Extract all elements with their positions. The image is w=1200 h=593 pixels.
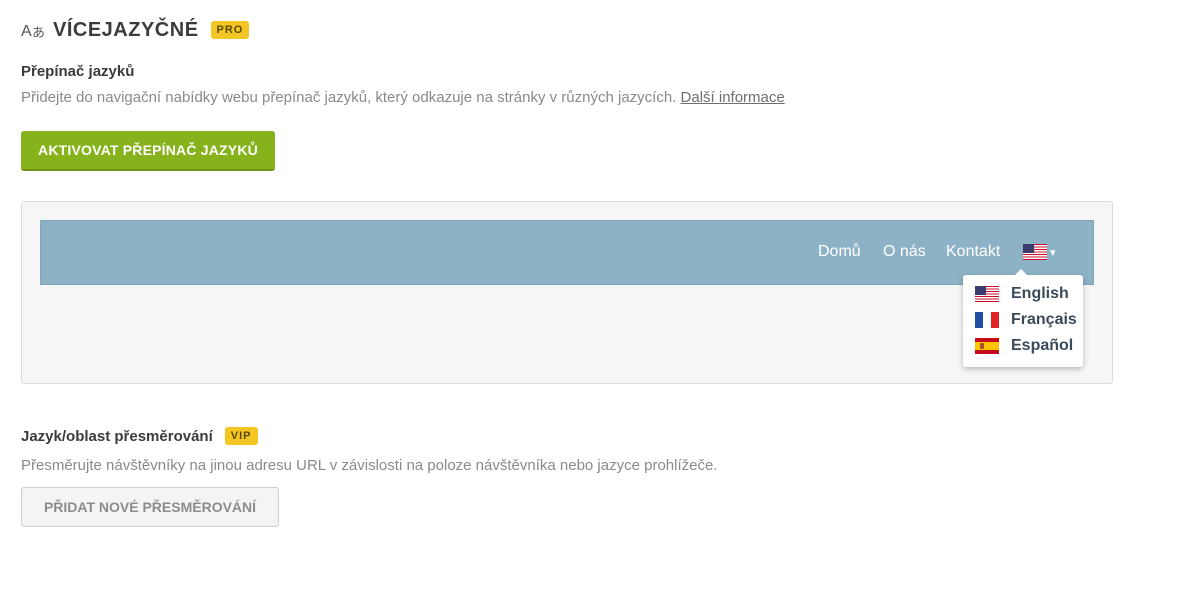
section-header: A あ VÍCEJAZYČNÉ PRO bbox=[21, 18, 250, 42]
multilingual-panel: A あ VÍCEJAZYČNÉ PRO Přepínač jazyků Přid… bbox=[0, 0, 1200, 593]
language-selector-toggle[interactable]: ▾ bbox=[1023, 244, 1056, 260]
vip-badge: VIP bbox=[224, 427, 258, 445]
language-switcher-description-text: Přidejte do navigační nabídky webu přepí… bbox=[21, 89, 677, 106]
language-dropdown: English Français Español bbox=[963, 269, 1083, 367]
us-flag-icon bbox=[975, 286, 999, 302]
es-flag-icon bbox=[975, 338, 999, 354]
language-option-english[interactable]: English bbox=[975, 285, 1069, 303]
fr-flag-icon bbox=[975, 312, 999, 328]
translate-icon: A あ bbox=[21, 23, 45, 41]
language-option-spanish[interactable]: Español bbox=[975, 337, 1073, 355]
pro-badge: PRO bbox=[210, 21, 250, 39]
language-option-french[interactable]: Français bbox=[975, 311, 1077, 329]
language-switcher-preview: Domů O nás Kontakt ▾ English Français Es… bbox=[21, 201, 1113, 384]
redirect-description: Přesměrujte návštěvníky na jinou adresu … bbox=[21, 457, 718, 474]
language-switcher-title: Přepínač jazyků bbox=[21, 63, 135, 80]
language-label: English bbox=[1011, 285, 1069, 302]
nav-link-contact[interactable]: Kontakt bbox=[946, 243, 1000, 261]
page-title: VÍCEJAZYČNÉ bbox=[53, 18, 199, 41]
add-redirect-button[interactable]: PŘIDAT NOVÉ PŘESMĚROVÁNÍ bbox=[21, 487, 279, 527]
nav-link-about[interactable]: O nás bbox=[883, 243, 926, 261]
svg-text:あ: あ bbox=[32, 26, 45, 41]
preview-navbar: Domů O nás Kontakt ▾ bbox=[40, 220, 1094, 285]
redirect-title: Jazyk/oblast přesměrování bbox=[21, 427, 213, 445]
learn-more-link[interactable]: Další informace bbox=[681, 89, 785, 106]
nav-link-home[interactable]: Domů bbox=[818, 243, 861, 261]
language-switcher-description: Přidejte do navigační nabídky webu přepí… bbox=[21, 89, 785, 106]
activate-language-switcher-button[interactable]: AKTIVOVAT PŘEPÍNAČ JAZYKŮ bbox=[21, 131, 275, 171]
us-flag-icon bbox=[1023, 244, 1047, 260]
language-label: Français bbox=[1011, 311, 1077, 328]
redirect-title-row: Jazyk/oblast přesměrování VIP bbox=[21, 427, 258, 445]
svg-text:A: A bbox=[21, 23, 32, 40]
language-label: Español bbox=[1011, 337, 1074, 354]
chevron-down-icon: ▾ bbox=[1050, 246, 1056, 259]
